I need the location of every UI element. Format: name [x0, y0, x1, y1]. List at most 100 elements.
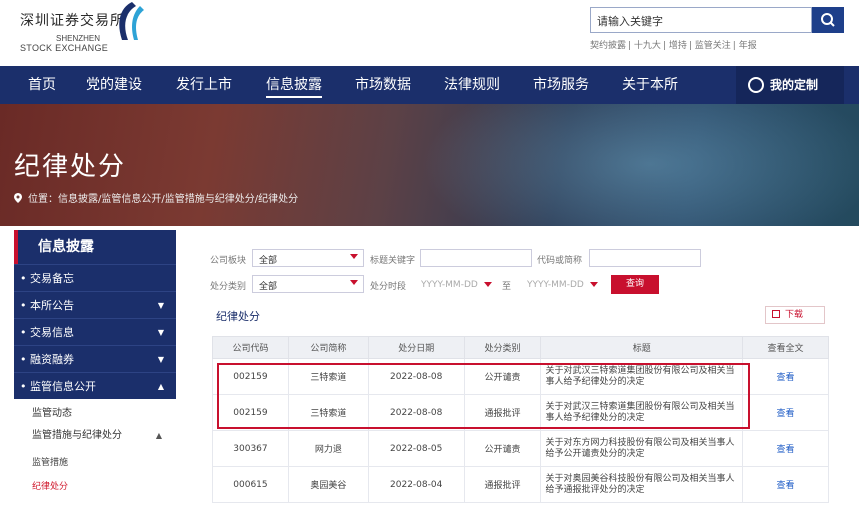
- start-date-input[interactable]: YYYY-MM-DD: [412, 275, 496, 293]
- logo-chinese-name: 深圳证券交易所: [20, 13, 125, 29]
- chevron-down-icon: ▼: [157, 328, 164, 337]
- end-date-placeholder: YYYY-MM-DD: [527, 280, 584, 290]
- search-button[interactable]: [812, 7, 844, 33]
- sidebar-subitem-measures-and-sanctions[interactable]: 监管措施与纪律处分 ▲: [14, 425, 176, 447]
- sidebar-subsubitem-sanctions[interactable]: 纪律处分: [14, 475, 176, 499]
- table-row: 002159 三特索道 2022-08-08 通报批评 关于对武汉三特索道集团股…: [212, 394, 829, 431]
- sidebar-subitem-label: 监管措施与纪律处分: [32, 430, 122, 441]
- company-board-select[interactable]: 全部: [252, 249, 364, 267]
- hot-link[interactable]: 监管关注: [695, 41, 731, 51]
- main-panel: 公司板块 全部 标题关键字 代码或简称 处分类别 全部 处分时段 YYYY-MM…: [190, 230, 843, 511]
- sidebar-item-trading-info[interactable]: • 交易信息 ▼: [14, 318, 176, 345]
- hot-link[interactable]: 年报: [739, 41, 757, 51]
- hot-link[interactable]: 十九大: [634, 41, 661, 51]
- sidebar-item-label: 本所公告: [30, 299, 74, 312]
- sidebar-item-trading-memo[interactable]: • 交易备忘: [14, 264, 176, 291]
- page-banner: 纪律处分 位置：信息披露/监管信息公开/监管措施与纪律处分/纪律处分: [0, 104, 859, 226]
- sanctions-table: 公司代码 公司简称 处分日期 处分类别 标题 查看全文 002159 三特索道 …: [212, 336, 829, 503]
- my-custom-button[interactable]: 我的定制: [736, 66, 844, 104]
- title-link[interactable]: 关于对武汉三特索道集团股份有限公司及相关当事人给予纪律处分的决定: [540, 394, 744, 431]
- sidebar-item-margin-trading[interactable]: • 融资融券 ▼: [14, 345, 176, 372]
- view-full-text-link[interactable]: 查看: [742, 358, 829, 395]
- company-code-cell: 002159: [212, 394, 289, 431]
- company-board-label: 公司板块: [210, 256, 247, 266]
- sanction-date-cell: 2022-08-08: [367, 394, 465, 431]
- banner-decoration: [420, 104, 859, 226]
- sanction-type-cell: 通报批评: [463, 394, 542, 431]
- time-range-label: 处分时段: [370, 282, 407, 292]
- sidebar-subitem-regulatory-news[interactable]: 监管动态: [14, 403, 176, 425]
- company-name-cell: 网力退: [287, 430, 369, 467]
- sidebar-item-label: 监管信息公开: [30, 380, 96, 393]
- dropdown-arrow-icon: [484, 282, 492, 287]
- logo-english-line2: STOCK EXCHANGE: [20, 43, 109, 53]
- company-code-cell: 002159: [212, 358, 289, 395]
- sidebar-item-regulatory-info[interactable]: • 监管信息公开 ▲: [14, 372, 176, 399]
- compass-icon: [748, 77, 764, 93]
- sanction-date-cell: 2022-08-04: [367, 466, 465, 503]
- sanction-date-cell: 2022-08-05: [367, 430, 465, 467]
- company-board-value: 全部: [259, 256, 278, 266]
- dropdown-arrow-icon: [350, 280, 358, 285]
- logo-mark-icon: [119, 2, 144, 40]
- column-header[interactable]: 公司简称: [287, 336, 369, 359]
- column-header[interactable]: 查看全文: [742, 336, 829, 359]
- table-header-row: 公司代码 公司简称 处分日期 处分类别 标题 查看全文: [212, 336, 829, 359]
- table-row: 000615 奥园美谷 2022-08-04 通报批评 关于对奥园美谷科技股份有…: [212, 466, 829, 503]
- site-header: 深圳证券交易所 SHENZHEN STOCK EXCHANGE 请输入关键字 契…: [0, 0, 859, 66]
- end-date-input[interactable]: YYYY-MM-DD: [518, 275, 602, 293]
- nav-item-rules[interactable]: 法律规则: [444, 66, 500, 104]
- sidebar-item-announcements[interactable]: • 本所公告 ▼: [14, 291, 176, 318]
- sidebar: 信息披露 • 交易备忘 • 本所公告 ▼ • 交易信息 ▼ • 融资融券 ▼ • 监管…: [14, 230, 176, 511]
- column-header[interactable]: 标题: [540, 336, 744, 359]
- list-section-title: 纪律处分: [216, 310, 260, 323]
- sidebar-item-label: 交易信息: [30, 326, 74, 339]
- page-title: 纪律处分: [14, 152, 127, 182]
- location-pin-icon: [14, 193, 22, 203]
- search-input[interactable]: 请输入关键字: [590, 7, 812, 33]
- sanction-type-select[interactable]: 全部: [252, 275, 364, 293]
- my-custom-label: 我的定制: [770, 78, 819, 92]
- nav-item-listing[interactable]: 发行上市: [176, 66, 232, 104]
- download-button[interactable]: 下载: [765, 306, 825, 324]
- szse-logo[interactable]: 深圳证券交易所 SHENZHEN STOCK EXCHANGE: [20, 2, 160, 54]
- column-header[interactable]: 处分类别: [463, 336, 542, 359]
- view-full-text-link[interactable]: 查看: [742, 430, 829, 467]
- nav-item-services[interactable]: 市场服务: [533, 66, 589, 104]
- to-label: 至: [502, 282, 512, 292]
- nav-item-about[interactable]: 关于本所: [622, 66, 678, 104]
- sanction-type-label: 处分类别: [210, 282, 247, 292]
- nav-item-party[interactable]: 党的建设: [86, 66, 142, 104]
- hot-link[interactable]: 契约披露: [590, 41, 626, 51]
- breadcrumb: 位置：信息披露/监管信息公开/监管措施与纪律处分/纪律处分: [14, 190, 298, 205]
- title-link[interactable]: 关于对东方网力科技股份有限公司及相关当事人给予公开谴责处分的决定: [540, 430, 744, 467]
- title-keyword-input[interactable]: [420, 249, 532, 267]
- sanction-type-value: 全部: [259, 282, 278, 292]
- chevron-down-icon: ▼: [157, 355, 164, 364]
- nav-item-market-data[interactable]: 市场数据: [355, 66, 411, 104]
- view-full-text-link[interactable]: 查看: [742, 466, 829, 503]
- chevron-up-icon: ▲: [155, 431, 162, 440]
- logo-english-line1: SHENZHEN: [56, 34, 101, 43]
- chevron-down-icon: ▼: [157, 301, 164, 310]
- nav-item-disclosure[interactable]: 信息披露: [266, 66, 322, 104]
- nav-item-home[interactable]: 首页: [28, 66, 56, 104]
- dropdown-arrow-icon: [590, 282, 598, 287]
- company-name-cell: 三特索道: [287, 358, 369, 395]
- main-nav: 首页 党的建设 发行上市 信息披露 市场数据 法律规则 市场服务 关于本所 我的…: [0, 66, 859, 104]
- sidebar-item-label: 交易备忘: [30, 272, 74, 285]
- dropdown-arrow-icon: [350, 254, 358, 259]
- hot-search-links: 契约披露 | 十九大 | 增持 | 监管关注 | 年报: [590, 41, 757, 51]
- code-input[interactable]: [589, 249, 701, 267]
- column-header[interactable]: 公司代码: [212, 336, 289, 359]
- view-full-text-link[interactable]: 查看: [742, 394, 829, 431]
- sidebar-subsubitem-measures[interactable]: 监管措施: [14, 451, 176, 475]
- column-header[interactable]: 处分日期: [367, 336, 465, 359]
- title-link[interactable]: 关于对奥园美谷科技股份有限公司及相关当事人给予通报批评处分的决定: [540, 466, 744, 503]
- company-code-cell: 000615: [212, 466, 289, 503]
- title-link[interactable]: 关于对武汉三特索道集团股份有限公司及相关当事人给予纪律处分的决定: [540, 358, 744, 395]
- company-name-cell: 奥园美谷: [287, 466, 369, 503]
- chevron-up-icon: ▲: [157, 382, 164, 391]
- hot-link[interactable]: 增持: [669, 41, 687, 51]
- query-button[interactable]: 查询: [611, 275, 659, 294]
